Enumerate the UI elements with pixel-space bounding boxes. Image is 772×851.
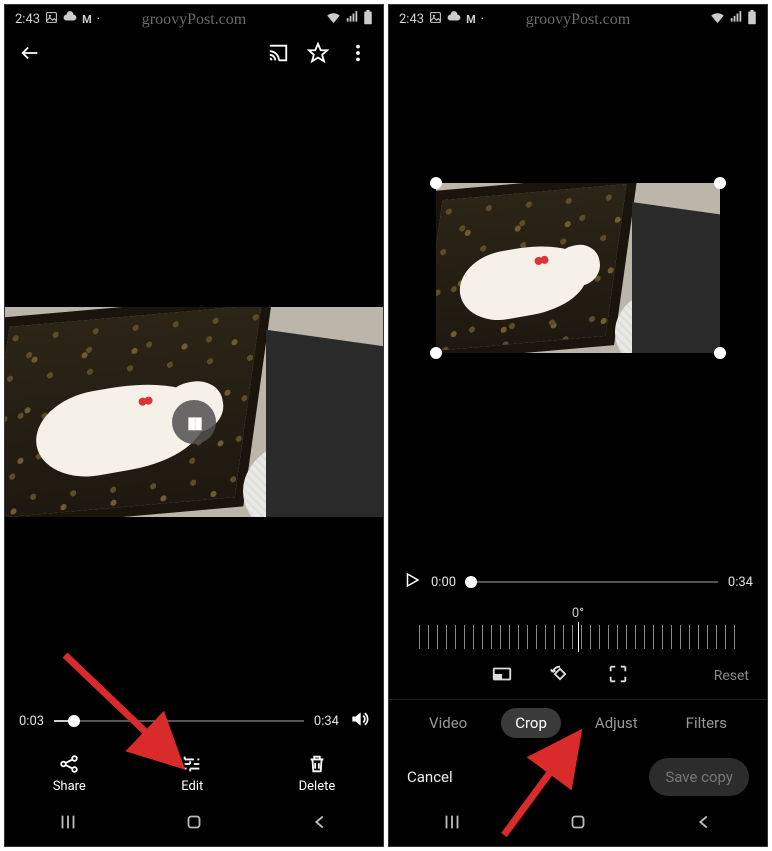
back-nav-button[interactable] [693, 811, 715, 837]
gmail-icon: M [82, 13, 92, 26]
battery-icon [363, 10, 373, 29]
home-button[interactable] [183, 811, 205, 837]
recents-button[interactable] [441, 811, 463, 837]
recents-button[interactable] [57, 811, 79, 837]
android-nav-bar [389, 802, 767, 846]
bottom-actions: Share Edit Delete [5, 741, 383, 802]
video-content [436, 183, 720, 353]
rotation-degrees: 0° [389, 606, 767, 621]
wifi-icon [710, 10, 725, 29]
aspect-ratio-button[interactable] [491, 663, 513, 689]
delete-label: Delete [299, 779, 336, 794]
image-icon [429, 11, 442, 28]
edit-button[interactable]: Edit [181, 753, 203, 794]
tab-crop[interactable]: Crop [501, 708, 561, 738]
play-button[interactable] [403, 571, 421, 593]
signal-icon [345, 10, 359, 28]
crop-handle-br[interactable] [714, 347, 726, 359]
more-dot-icon: · [97, 12, 100, 27]
free-crop-button[interactable] [607, 663, 629, 689]
total-time: 0:34 [314, 714, 339, 729]
cancel-button[interactable]: Cancel [407, 768, 453, 786]
more-dot-icon: · [481, 12, 484, 27]
favorite-star-icon[interactable] [307, 42, 329, 68]
editor-footer: Cancel Save copy [389, 746, 767, 802]
android-nav-bar [5, 802, 383, 846]
share-button[interactable]: Share [53, 753, 86, 794]
image-icon [45, 11, 58, 28]
phone-left-viewer: groovyPost.com 2:43 M · [4, 4, 384, 847]
playback-scrubber[interactable] [54, 720, 304, 722]
back-button[interactable] [19, 42, 41, 68]
back-nav-button[interactable] [309, 811, 331, 837]
clock: 2:43 [15, 12, 40, 27]
crop-tool-row: Reset [389, 657, 767, 699]
crop-handle-bl[interactable] [430, 347, 442, 359]
tab-filters[interactable]: Filters [672, 708, 741, 738]
top-app-bar [5, 33, 383, 77]
edit-label: Edit [181, 779, 203, 794]
delete-button[interactable]: Delete [299, 753, 336, 794]
save-copy-button[interactable]: Save copy [649, 758, 749, 796]
cloud-icon [447, 10, 461, 28]
crop-handle-tr[interactable] [714, 177, 726, 189]
status-bar: 2:43 M · [5, 5, 383, 33]
pause-button[interactable]: ▮▮ [172, 400, 216, 444]
playback-scrubber-row: 0:00 0:34 [389, 562, 767, 602]
share-label: Share [53, 779, 86, 794]
current-time: 0:03 [19, 714, 44, 729]
tab-adjust[interactable]: Adjust [581, 708, 652, 738]
playback-scrubber-row: 0:03 0:34 [5, 701, 383, 741]
crop-frame[interactable] [436, 183, 720, 353]
signal-icon [729, 10, 743, 28]
overflow-menu-icon[interactable] [347, 42, 369, 68]
reset-button[interactable]: Reset [714, 668, 749, 684]
video-viewer[interactable]: ▮▮ [5, 77, 383, 701]
phone-right-editor: groovyPost.com 2:43 M · [388, 4, 768, 847]
rotation-dial[interactable] [419, 625, 737, 649]
volume-icon[interactable] [349, 709, 369, 733]
clock: 2:43 [399, 12, 424, 27]
tab-video[interactable]: Video [415, 708, 481, 738]
battery-icon [747, 10, 757, 29]
gmail-icon: M [466, 13, 476, 26]
editor-tabs: Video Crop Adjust Filters [389, 700, 767, 746]
current-time: 0:00 [431, 575, 456, 590]
cast-icon[interactable] [267, 42, 289, 68]
rotate-button[interactable] [549, 663, 571, 689]
playback-scrubber[interactable] [466, 581, 718, 583]
wifi-icon [326, 10, 341, 29]
video-frame[interactable]: ▮▮ [5, 307, 383, 517]
status-bar: 2:43 M · [389, 5, 767, 33]
cloud-icon [63, 10, 77, 28]
home-button[interactable] [567, 811, 589, 837]
total-time: 0:34 [728, 575, 753, 590]
crop-editor[interactable] [389, 33, 767, 562]
